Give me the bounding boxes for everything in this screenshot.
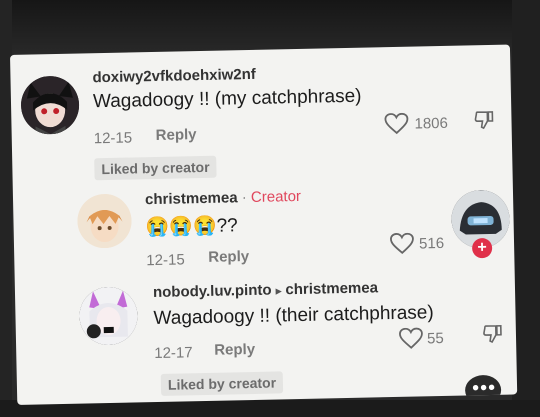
comment-username: christmemea · Creator — [145, 188, 301, 208]
comment-date: 12-17 — [154, 344, 193, 363]
heart-icon[interactable] — [398, 327, 425, 355]
username-link[interactable]: nobody.luv.pinto — [153, 282, 272, 301]
anime-avatar-icon — [20, 75, 80, 135]
comment-item: nobody.luv.pinto ▸ christmemea Wagadoogy… — [15, 270, 517, 405]
anime-avatar-icon — [78, 286, 139, 346]
like-count: 55 — [426, 329, 444, 348]
comment-username: nobody.luv.pinto ▸ christmemea — [153, 279, 378, 301]
heart-icon[interactable] — [383, 112, 410, 141]
comment-date: 12-15 — [146, 251, 185, 270]
liked-by-creator-badge: Liked by creator — [160, 371, 284, 396]
username-link[interactable]: christmemea — [145, 189, 238, 208]
dislike-icon[interactable] — [473, 109, 496, 136]
comment-text: Wagadoogy !! (my catchphrase) — [92, 85, 362, 113]
user-avatar[interactable] — [76, 193, 133, 249]
reply-button[interactable]: Reply — [214, 341, 255, 359]
follow-plus-button[interactable]: + — [471, 237, 493, 259]
plus-icon: + — [477, 239, 487, 257]
creator-tag: Creator — [250, 187, 302, 206]
comment-text: Wagadoogy !! (their catchphrase) — [153, 302, 434, 330]
reply-button[interactable]: Reply — [156, 126, 197, 144]
dislike-icon[interactable] — [482, 323, 505, 350]
liked-by-creator-badge: Liked by creator — [94, 155, 217, 181]
anime-avatar-icon — [76, 193, 133, 249]
like-count: 516 — [418, 234, 445, 253]
reply-to-username[interactable]: christmemea — [285, 279, 378, 298]
reply-arrow-icon: ▸ — [275, 285, 282, 298]
comment-username[interactable]: doxiwy2vfkdoehxiw2nf — [92, 66, 256, 86]
heart-icon[interactable] — [389, 232, 416, 261]
user-avatar[interactable] — [78, 286, 139, 346]
ellipsis-icon: ••• — [471, 376, 497, 400]
separator-dot: · — [241, 189, 247, 207]
user-avatar[interactable] — [20, 75, 80, 135]
comments-panel: doxiwy2vfkdoehxiw2nf Wagadoogy !! (my ca… — [10, 44, 518, 405]
comment-item: christmemea · Creator 😭😭😭?? 12-15 Reply … — [13, 179, 515, 284]
reply-button[interactable]: Reply — [208, 248, 249, 266]
comment-item: doxiwy2vfkdoehxiw2nf Wagadoogy !! (my ca… — [10, 45, 513, 185]
comment-text: 😭😭😭?? — [145, 215, 238, 239]
comment-date: 12-15 — [93, 129, 133, 148]
like-count: 1806 — [414, 114, 449, 133]
